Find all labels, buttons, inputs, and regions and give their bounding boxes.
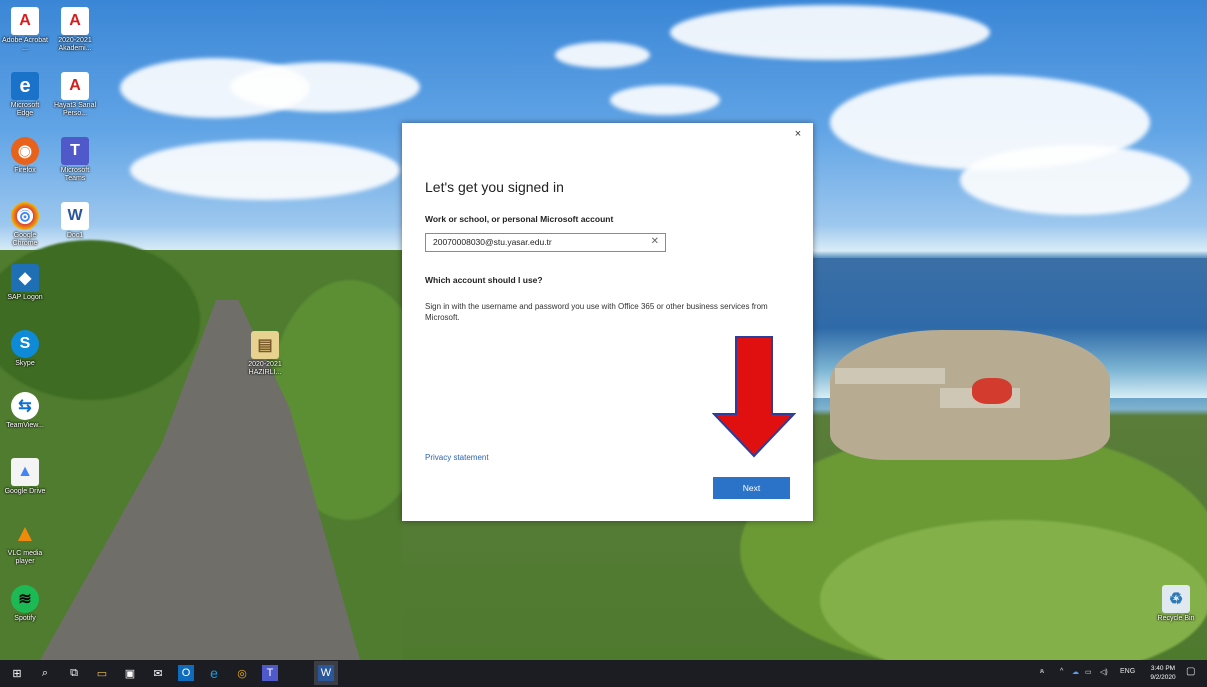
icon-label: 2020-2021 HAZIRLI... [248, 361, 282, 376]
start-icon[interactable]: ⊞ [9, 665, 25, 681]
word-doc-icon: W [61, 202, 89, 230]
desktop-icon-adobe-acrobat[interactable]: A Adobe Acrobat ... [2, 7, 48, 53]
desktop-icon-recycle-bin[interactable]: ♻ Recycle Bin [1153, 585, 1199, 623]
clear-input-icon[interactable]: ✕ [651, 236, 659, 247]
icon-label: 2020-2021 Akademi... [58, 37, 92, 52]
desktop-icon-vlc[interactable]: ▲ VLC media player [2, 520, 48, 566]
desktop-icon-microsoft-teams[interactable]: T Microsoft Teams [52, 137, 98, 183]
person-sitting [972, 378, 1012, 404]
people-icon[interactable]: ጰ [1040, 668, 1044, 676]
sign-in-dialog: × Let's get you signed in Work or school… [402, 123, 813, 521]
clock-time: 3:40 PM [1150, 665, 1176, 672]
desktop-icon-firefox[interactable]: ◉ Firefox [2, 137, 48, 175]
desktop-icon-google-chrome[interactable]: ◎ Google Chrome [2, 202, 48, 248]
recycle-bin-icon: ♻ [1162, 585, 1190, 613]
chrome-icon[interactable]: ◎ [234, 665, 250, 681]
notification-icon[interactable]: ▢ [1186, 666, 1195, 677]
privacy-statement-link[interactable]: Privacy statement [425, 453, 489, 462]
teams-icon: T [61, 137, 89, 165]
network-icon[interactable]: ▭ [1085, 668, 1092, 676]
icon-label: Google Chrome [12, 232, 38, 247]
pdf-icon: A [61, 72, 89, 100]
pdf-icon: A [61, 7, 89, 35]
edge-icon: e [11, 72, 39, 100]
bench [835, 368, 945, 384]
email-value: 20070008030@stu.yasar.edu.tr [433, 237, 552, 247]
cloud [555, 42, 650, 68]
store-icon[interactable]: ▣ [122, 665, 138, 681]
desktop-icon-teamviewer[interactable]: ⇆ TeamView... [2, 392, 48, 430]
icon-label: Skype [15, 360, 35, 367]
red-down-arrow-annotation [712, 336, 796, 458]
cloud [230, 62, 420, 112]
mail-icon[interactable]: ✉ [150, 665, 166, 681]
chrome-icon: ◎ [11, 202, 39, 230]
firefox-icon: ◉ [11, 137, 39, 165]
spotify-icon: ≋ [11, 585, 39, 613]
clock-date: 9/2/2020 [1150, 674, 1176, 681]
icon-label: SAP Logon [7, 294, 43, 301]
skype-icon: S [11, 330, 39, 358]
icon-label: Doc1 [66, 232, 84, 239]
desktop-icon-pdf-hayat[interactable]: A Hayat3 Sanal Perso... [52, 72, 98, 118]
chevron-up-icon[interactable]: ^ [1060, 668, 1063, 675]
icon-label: TeamView... [6, 422, 44, 429]
taskbar: ⊞ ⌕ ⧉ ▭ ▣ ✉ O e ◎ T W ጰ ^ ☁ ▭ ◁) ENG 3:4… [0, 660, 1207, 687]
icon-label: Microsoft Edge [10, 102, 40, 117]
dialog-title: Let's get you signed in [425, 179, 564, 195]
desktop-icon-google-drive[interactable]: ▲ Google Drive [2, 458, 48, 496]
desktop-icon-microsoft-edge[interactable]: e Microsoft Edge [2, 72, 48, 118]
teamviewer-icon: ⇆ [11, 392, 39, 420]
desktop-icon-hazirlik-file[interactable]: ▤ 2020-2021 HAZIRLI... [242, 331, 288, 377]
onedrive-icon[interactable]: ☁ [1072, 668, 1079, 676]
desktop-icon-skype[interactable]: S Skype [2, 330, 48, 368]
desktop-icon-doc1[interactable]: W Doc1 [52, 202, 98, 240]
google-drive-icon: ▲ [11, 458, 39, 486]
cloud [130, 140, 400, 200]
cloud [670, 5, 990, 60]
email-input[interactable]: 20070008030@stu.yasar.edu.tr ✕ [425, 233, 666, 252]
desktop-icon-sap-logon[interactable]: ◆ SAP Logon [2, 264, 48, 302]
icon-label: Hayat3 Sanal Perso... [53, 102, 97, 117]
icon-label: Recycle Bin [1157, 615, 1195, 622]
close-icon[interactable]: × [792, 128, 804, 140]
account-field-label: Work or school, or personal Microsoft ac… [425, 214, 614, 224]
search-icon[interactable]: ⌕ [37, 665, 53, 681]
outlook-icon[interactable]: O [178, 665, 194, 681]
sap-logon-icon: ◆ [11, 264, 39, 292]
which-account-heading: Which account should I use? [425, 275, 543, 285]
word-icon[interactable]: W [314, 661, 338, 685]
volume-icon[interactable]: ◁) [1100, 668, 1108, 676]
cloud [960, 145, 1190, 215]
account-help-text: Sign in with the username and password y… [425, 302, 768, 322]
file-explorer-icon[interactable]: ▭ [94, 665, 110, 681]
icon-label: Firefox [14, 167, 36, 174]
teams-icon[interactable]: T [262, 665, 278, 681]
desktop-background: A Adobe Acrobat ... A 2020-2021 Akademi.… [0, 0, 1207, 660]
icon-label: Adobe Acrobat ... [2, 37, 48, 52]
vlc-icon: ▲ [13, 520, 37, 547]
cloud [610, 85, 720, 115]
edge-icon[interactable]: e [206, 665, 222, 681]
icon-label: Microsoft Teams [60, 167, 90, 182]
next-button[interactable]: Next [713, 477, 790, 499]
desktop-icon-pdf-akademik[interactable]: A 2020-2021 Akademi... [52, 7, 98, 53]
file-icon: ▤ [251, 331, 279, 359]
acrobat-icon: A [11, 7, 39, 35]
icon-label: Google Drive [4, 488, 46, 495]
icon-label: VLC media player [7, 550, 43, 565]
language-indicator[interactable]: ENG [1120, 668, 1135, 675]
task-view-icon[interactable]: ⧉ [66, 665, 82, 681]
desktop-icon-spotify[interactable]: ≋ Spotify [2, 585, 48, 623]
clock[interactable]: 3:40 PM 9/2/2020 [1145, 664, 1181, 682]
icon-label: Spotify [14, 615, 36, 622]
